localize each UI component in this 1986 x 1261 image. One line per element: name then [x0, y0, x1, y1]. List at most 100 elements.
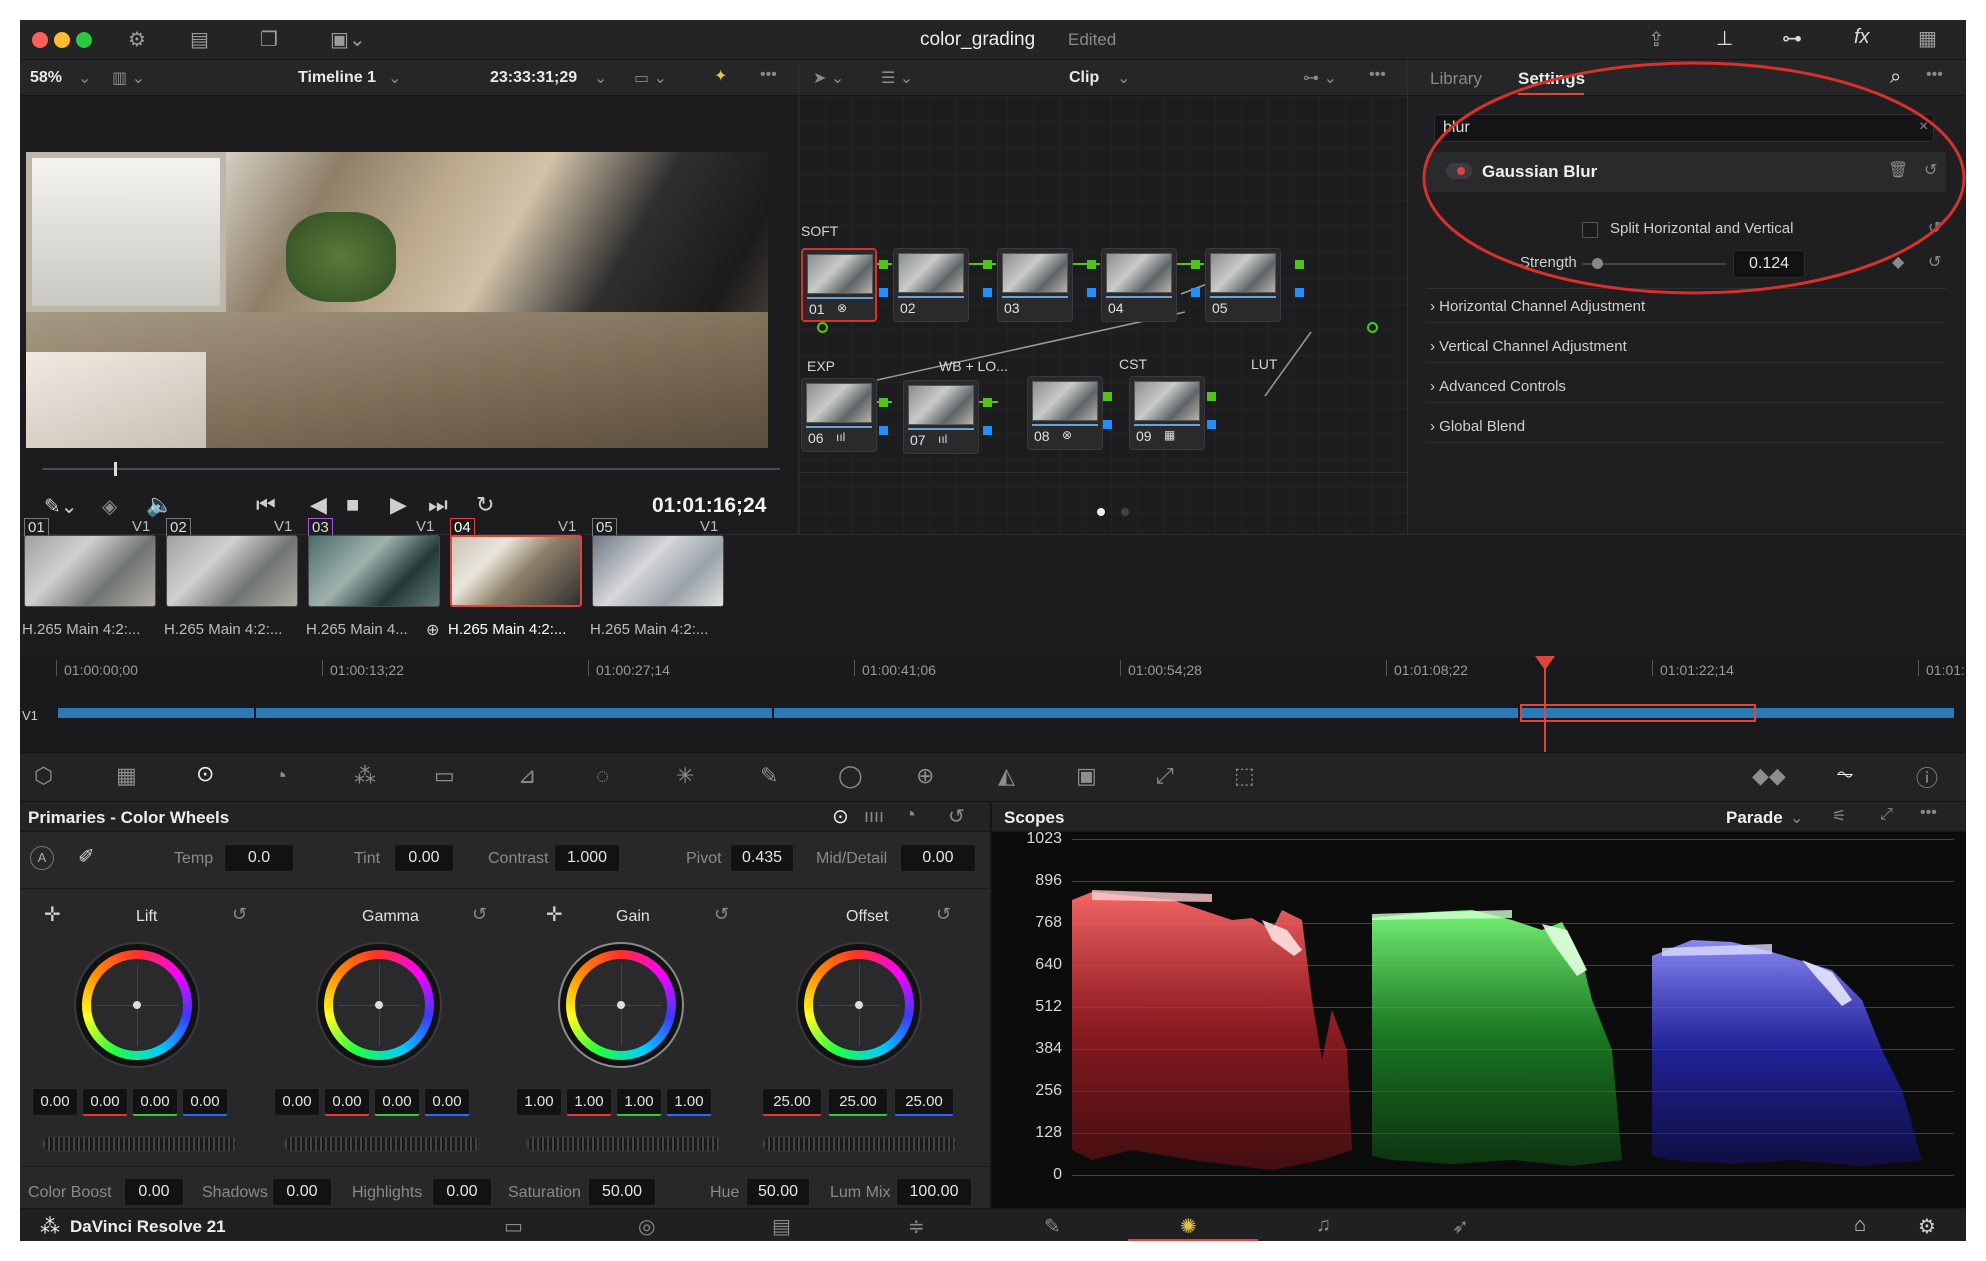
- gamma-master-wheel[interactable]: [284, 1136, 480, 1152]
- crosshair-icon[interactable]: ✛: [44, 902, 61, 927]
- reset-icon[interactable]: ↺: [472, 904, 487, 925]
- lift-wheel[interactable]: [74, 942, 200, 1068]
- curves-icon[interactable]: ⊿: [518, 763, 536, 789]
- lift-master-wheel[interactable]: [42, 1136, 238, 1152]
- node-04[interactable]: 04: [1101, 248, 1177, 322]
- curves-panel-icon[interactable]: ⊥: [1716, 26, 1733, 51]
- gain-r-input[interactable]: 1.00: [566, 1088, 612, 1116]
- chevron-down-icon[interactable]: ⌄: [1790, 808, 1803, 828]
- home-icon[interactable]: ⌂: [1854, 1214, 1866, 1237]
- cut-page-icon[interactable]: ◎: [638, 1214, 655, 1239]
- reset-icon[interactable]: ↺: [232, 904, 247, 925]
- colorboost-input[interactable]: 0.00: [124, 1178, 184, 1206]
- lift-y-input[interactable]: 0.00: [32, 1088, 78, 1116]
- current-clip-marker[interactable]: [1520, 704, 1756, 722]
- tint-input[interactable]: 0.00: [394, 844, 454, 872]
- timecode-display[interactable]: 23:33:31;29: [490, 69, 577, 87]
- offset-g-input[interactable]: 25.00: [828, 1088, 888, 1116]
- color-picker-icon[interactable]: ✦: [714, 66, 727, 86]
- chevron-down-icon[interactable]: ⌄: [1117, 68, 1130, 88]
- clips-icon[interactable]: ▤: [190, 27, 209, 52]
- primaries-bars-icon[interactable]: ıııı: [864, 806, 884, 827]
- rgb-mixer-icon[interactable]: ⁂: [354, 763, 376, 789]
- skip-end-icon[interactable]: ⏭: [428, 492, 448, 518]
- saturation-input[interactable]: 50.00: [588, 1178, 656, 1206]
- fx-icon[interactable]: fx: [1854, 26, 1870, 49]
- lift-b-input[interactable]: 0.00: [182, 1088, 228, 1116]
- clip-thumb-03[interactable]: [308, 535, 440, 607]
- pivot-input[interactable]: 0.435: [730, 844, 794, 872]
- lightbox-icon[interactable]: ▦: [1918, 26, 1937, 51]
- node-05[interactable]: 05: [1205, 248, 1281, 322]
- scopes-icon[interactable]: ⏦: [1836, 761, 1854, 787]
- gain-b-input[interactable]: 1.00: [666, 1088, 712, 1116]
- gain-g-input[interactable]: 1.00: [616, 1088, 662, 1116]
- lummix-input[interactable]: 100.00: [896, 1178, 972, 1206]
- node-03[interactable]: 03: [997, 248, 1073, 322]
- more-icon[interactable]: •••: [1369, 66, 1386, 84]
- reset-icon[interactable]: ↺: [948, 804, 965, 829]
- play-icon[interactable]: ▶: [390, 492, 407, 518]
- node-mode-select[interactable]: Clip: [1069, 69, 1099, 87]
- color-page-icon[interactable]: ✺: [1180, 1214, 1197, 1239]
- motion-effects-icon[interactable]: ▭: [434, 763, 455, 789]
- color-warper-icon[interactable]: ◌: [596, 763, 609, 789]
- node-graph-icon[interactable]: ⊶ ⌄: [1303, 68, 1337, 88]
- reset-icon[interactable]: ↺: [936, 904, 951, 925]
- eyedropper-qualifier-icon[interactable]: ✎: [760, 763, 778, 789]
- node-input[interactable]: [817, 322, 828, 333]
- gain-y-input[interactable]: 1.00: [516, 1088, 562, 1116]
- camera-raw-icon[interactable]: ⬡: [34, 763, 53, 789]
- play-reverse-icon[interactable]: ◀: [310, 492, 327, 518]
- deliver-page-icon[interactable]: ➶: [1452, 1214, 1469, 1239]
- fusion-page-icon[interactable]: ≑: [908, 1214, 925, 1239]
- edit-page-icon[interactable]: ▤: [772, 1214, 791, 1239]
- media-page-icon[interactable]: ▭: [504, 1214, 523, 1239]
- minimize-button[interactable]: [54, 32, 70, 48]
- clip-thumb-02[interactable]: [166, 535, 298, 607]
- gamma-wheel[interactable]: [316, 942, 442, 1068]
- qualifier-icon[interactable]: ✳: [676, 763, 694, 789]
- zoom-select[interactable]: 58%: [30, 69, 62, 87]
- layers-icon[interactable]: ◈: [102, 494, 117, 519]
- highlights-input[interactable]: 0.00: [432, 1178, 492, 1206]
- node-02[interactable]: 02: [893, 248, 969, 322]
- section-global-blend[interactable]: › Global Blend: [1430, 418, 1525, 435]
- key-icon[interactable]: ⤢: [1156, 763, 1174, 789]
- fairlight-page-icon[interactable]: ♫: [1316, 1214, 1331, 1237]
- node-06[interactable]: 06 ııl: [801, 378, 877, 452]
- viewer-mode-icon[interactable]: ▥ ⌄: [112, 68, 145, 88]
- viewer-scrubber[interactable]: [42, 468, 780, 470]
- magic-mask-icon[interactable]: ◭: [998, 763, 1015, 789]
- hdr-wheels-icon[interactable]: ◔: [274, 763, 287, 789]
- chevron-down-icon[interactable]: ⌄: [594, 68, 607, 88]
- tracker-icon[interactable]: ⊕: [916, 763, 934, 789]
- page-dot-active[interactable]: [1097, 508, 1105, 516]
- chevron-down-icon[interactable]: ⌄: [78, 68, 91, 88]
- pointer-icon[interactable]: ➤ ⌄: [813, 68, 844, 88]
- middetail-input[interactable]: 0.00: [900, 844, 976, 872]
- section-vertical[interactable]: › Vertical Channel Adjustment: [1430, 338, 1627, 355]
- settings-gear-icon[interactable]: ⚙: [1918, 1214, 1936, 1239]
- crosshair-icon[interactable]: ✛: [546, 902, 563, 927]
- aspect-icon[interactable]: ▭ ⌄: [634, 68, 667, 88]
- node-08[interactable]: 08 ⊗: [1027, 376, 1103, 450]
- white-balance-icon[interactable]: ✐: [78, 844, 95, 869]
- info-icon[interactable]: ⓘ: [1916, 761, 1938, 793]
- offset-wheel[interactable]: [796, 942, 922, 1068]
- color-wheels-icon[interactable]: ⊙: [196, 761, 214, 787]
- scrubber-handle[interactable]: [114, 462, 117, 476]
- shadows-input[interactable]: 0.00: [272, 1178, 332, 1206]
- clip-thumb-01[interactable]: [24, 535, 156, 607]
- window-icon[interactable]: ◯: [838, 763, 863, 789]
- offset-b-input[interactable]: 25.00: [894, 1088, 954, 1116]
- reset-icon[interactable]: ↺: [714, 904, 729, 925]
- gamma-g-input[interactable]: 0.00: [374, 1088, 420, 1116]
- more-icon[interactable]: •••: [760, 66, 777, 84]
- speaker-icon[interactable]: 🔈: [146, 492, 173, 518]
- color-match-icon[interactable]: ▦: [116, 763, 137, 789]
- more-icon[interactable]: •••: [1920, 804, 1937, 822]
- hue-input[interactable]: 50.00: [746, 1178, 810, 1206]
- contrast-input[interactable]: 1.000: [554, 844, 620, 872]
- skip-start-icon[interactable]: ⏮: [256, 492, 276, 518]
